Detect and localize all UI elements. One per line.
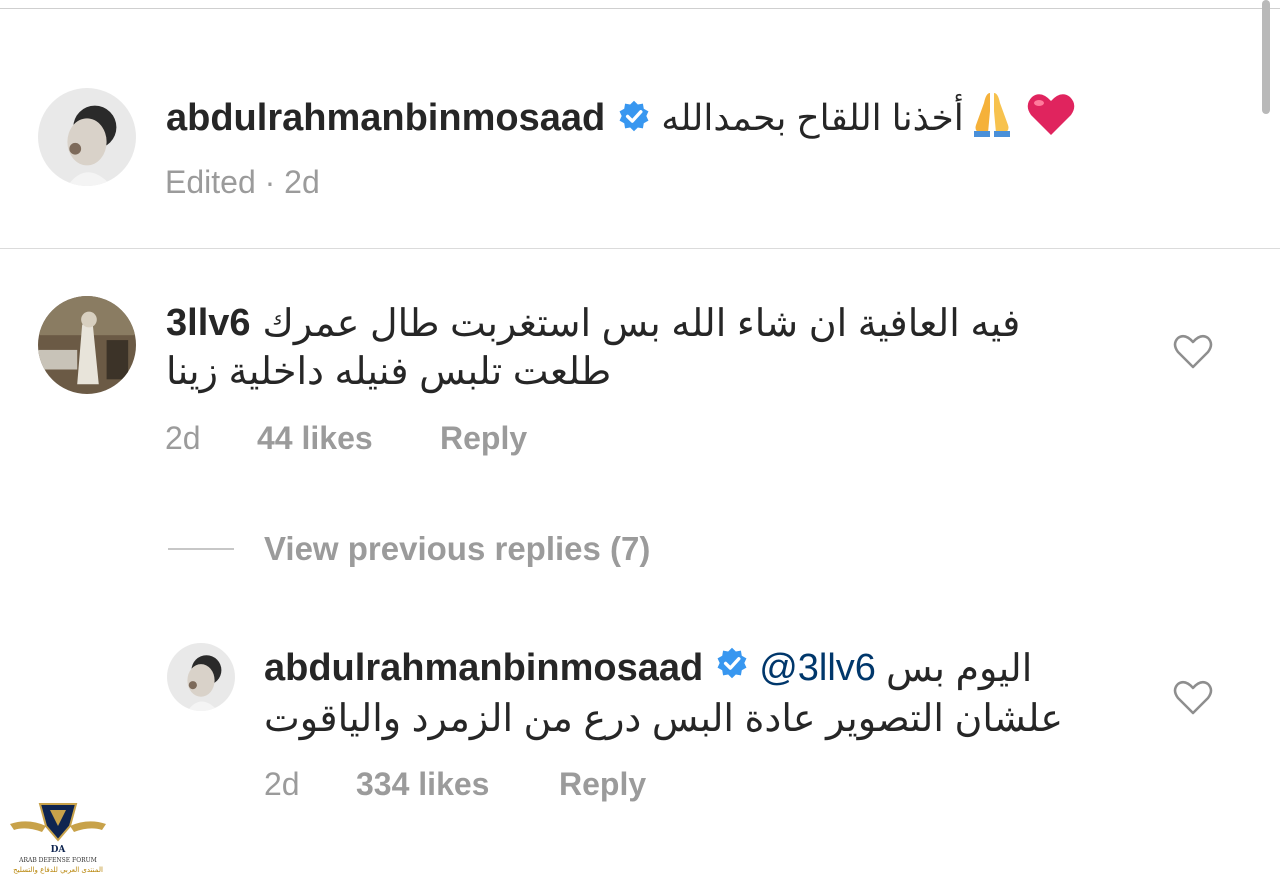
verified-badge-icon [617, 99, 651, 138]
scrollbar[interactable] [1262, 0, 1270, 114]
reply-text-line-2: علشان التصوير عادة البس درع من الزمرد وا… [264, 697, 1064, 740]
reply-author-avatar[interactable] [167, 643, 235, 711]
logo-title: ARAB DEFENSE FORUM [19, 857, 97, 864]
caption-divider [0, 248, 1280, 249]
comment-text-line-2: طلعت تلبس فنيله داخلية زينا [166, 350, 612, 393]
red-heart-emoji-icon [1026, 91, 1076, 146]
folded-hands-emoji-icon [972, 89, 1012, 148]
reply-author-username[interactable]: abdulrahmanbinmosaad [264, 647, 703, 690]
comment-reply-button[interactable]: Reply [440, 420, 527, 457]
view-previous-replies-button[interactable]: View previous replies (7) [264, 530, 650, 568]
reply-mention-link[interactable]: @3llv6 [759, 647, 876, 690]
post-caption: abdulrahmanbinmosaad أخذنا اللقاح بحمدال… [166, 88, 1076, 148]
heart-outline-icon [1173, 334, 1213, 369]
commenter-avatar[interactable] [38, 296, 136, 394]
post-caption-text: أخذنا اللقاح بحمدالله [661, 97, 964, 138]
reply-line-1: abdulrahmanbinmosaad @3llv6 اليوم بس [264, 643, 1032, 693]
post-meta: Edited · 2d [165, 164, 320, 200]
comment-likes[interactable]: 44 likes [257, 420, 373, 457]
reply-reply-button[interactable]: Reply [559, 766, 646, 803]
arab-defense-forum-logo: DA [8, 796, 108, 876]
reply-text-line-1: اليوم بس [885, 647, 1033, 690]
post-author-username[interactable]: abdulrahmanbinmosaad [166, 97, 605, 140]
reply-time: 2d [264, 766, 300, 802]
top-separator [0, 8, 1280, 9]
comment-like-button[interactable] [1173, 334, 1213, 370]
replies-indent-line [168, 548, 234, 550]
comment-line-1: 3llv6 فيه العافية ان شاء الله بس استغربت… [166, 298, 1020, 348]
reply-like-button[interactable] [1173, 680, 1213, 716]
heart-outline-icon [1173, 680, 1213, 715]
logo-mark-text: DA [51, 845, 67, 855]
post-author-avatar[interactable] [38, 88, 136, 186]
comment-time: 2d [165, 420, 201, 456]
verified-badge-icon [715, 646, 749, 690]
logo-subtitle: المنتدى العربي للدفاع والتسليح [13, 866, 103, 874]
comment-text-line-1: فيه العافية ان شاء الله بس استغربت طال ع… [262, 302, 1021, 345]
reply-likes[interactable]: 334 likes [356, 766, 489, 803]
commenter-username[interactable]: 3llv6 [166, 302, 251, 345]
